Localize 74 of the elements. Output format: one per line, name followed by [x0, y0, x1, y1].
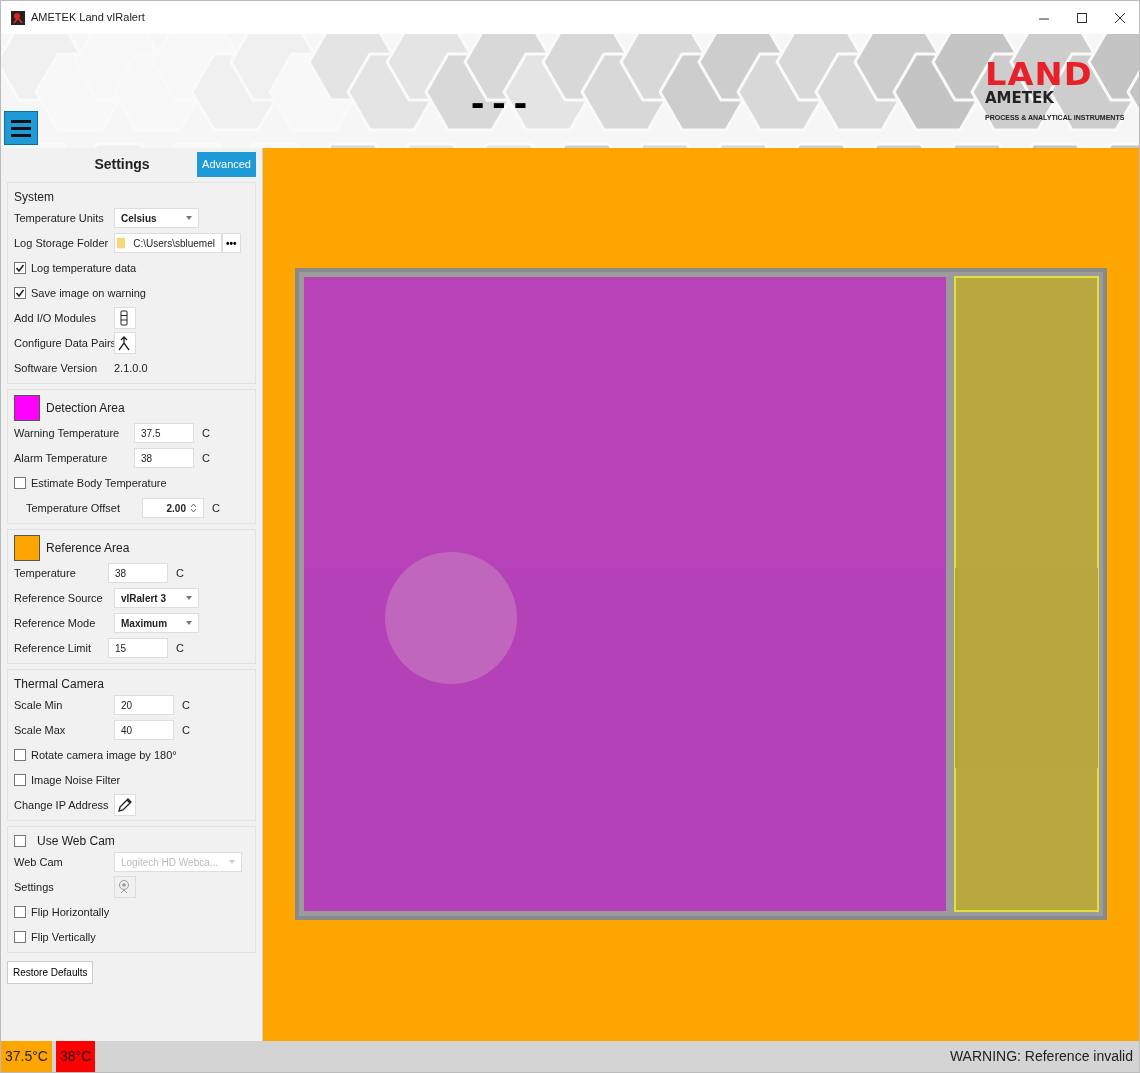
temperature-badge: 38°C — [55, 1041, 96, 1072]
logo-company: AMETEK — [985, 90, 1054, 107]
panel-title: Settings — [93, 154, 151, 174]
logo-brand: LAND — [985, 58, 1093, 90]
checkbox[interactable] — [14, 262, 26, 274]
input-field[interactable]: 15 — [108, 638, 168, 658]
unit-label: C — [212, 500, 220, 516]
window-title: AMETEK Land vIRalert — [31, 10, 145, 26]
input-field[interactable]: 20 — [114, 695, 174, 715]
dropdown[interactable]: Celsius — [114, 208, 199, 228]
unit-label: C — [176, 640, 184, 656]
app-icon — [11, 10, 25, 25]
input-field[interactable]: 37.5 — [134, 423, 194, 443]
field-label: Warning Temperature — [14, 425, 121, 441]
checkbox[interactable] — [14, 477, 26, 489]
field-label: Reference Source — [14, 590, 104, 606]
checkbox-label: Rotate camera image by 180° — [31, 747, 177, 763]
folder-field[interactable]: C:\Users\sbluemel — [114, 233, 222, 253]
field-label: Temperature Units — [14, 210, 105, 226]
section-title: System — [14, 188, 54, 206]
field-label: Software Version — [14, 360, 99, 376]
caret-icon[interactable] — [186, 596, 192, 600]
folder-icon — [117, 236, 126, 250]
field-label: Add I/O Modules — [14, 310, 97, 326]
field-label: Scale Min — [14, 697, 64, 713]
dropdown[interactable]: Maximum — [114, 613, 199, 633]
checkbox-label: Estimate Body Temperature — [31, 475, 167, 491]
section-title: Use Web Cam — [37, 832, 115, 850]
unit-label: C — [202, 425, 210, 441]
unit-label: C — [182, 697, 190, 713]
field-label: Log Storage Folder — [14, 235, 110, 251]
checkbox[interactable] — [14, 774, 26, 786]
field-label: Web Cam — [14, 854, 64, 870]
field-label: Change IP Address — [14, 797, 110, 813]
unit-label: C — [202, 450, 210, 466]
field-label: Scale Max — [14, 722, 67, 738]
menu-button[interactable] — [4, 111, 38, 145]
input-field[interactable]: 38 — [108, 563, 168, 583]
spinner-arrows-icon[interactable] — [190, 503, 197, 513]
browse-button[interactable]: ••• — [222, 233, 241, 253]
checkbox-label: Flip Horizontally — [31, 904, 110, 920]
number-spinner[interactable]: 2.00 — [142, 498, 204, 518]
version-text: 2.1.0.0 — [114, 360, 148, 376]
field-label: Reference Mode — [14, 615, 97, 631]
field-label: Temperature — [14, 565, 77, 581]
checkbox-label: Save image on warning — [31, 285, 146, 301]
caret-icon[interactable] — [186, 216, 192, 220]
checkbox-label: Flip Vertically — [31, 929, 96, 945]
checkbox-label: Image Noise Filter — [31, 772, 121, 788]
unit-label: C — [182, 722, 190, 738]
section-title: Thermal Camera — [14, 675, 105, 693]
checkbox[interactable] — [14, 931, 26, 943]
color-swatch[interactable] — [14, 534, 40, 561]
caret-icon[interactable] — [186, 621, 192, 625]
checkbox[interactable] — [14, 749, 26, 761]
dropdown[interactable]: vIRalert 3 — [114, 588, 199, 608]
temperature-reading: --- — [471, 82, 535, 122]
section-title: Detection Area — [46, 399, 125, 417]
checkbox[interactable] — [14, 287, 26, 299]
restore-defaults-button[interactable]: Restore Defaults — [7, 960, 94, 984]
field-label: Reference Limit — [14, 640, 93, 656]
color-swatch[interactable] — [14, 394, 40, 421]
checkbox[interactable] — [14, 834, 26, 847]
status-message: WARNING: Reference invalid — [949, 1047, 1134, 1066]
checkbox-label: Log temperature data — [31, 260, 137, 276]
section-title: Reference Area — [46, 539, 130, 557]
input-field[interactable]: 40 — [114, 720, 174, 740]
input-field[interactable]: 38 — [134, 448, 194, 468]
temperature-badge: 37.5°C — [1, 1041, 52, 1072]
field-label: Temperature Offset — [25, 500, 121, 516]
unit-label: C — [176, 565, 184, 581]
field-label: Alarm Temperature — [14, 450, 109, 466]
field-label: Settings — [14, 879, 55, 895]
checkbox[interactable] — [14, 906, 26, 918]
